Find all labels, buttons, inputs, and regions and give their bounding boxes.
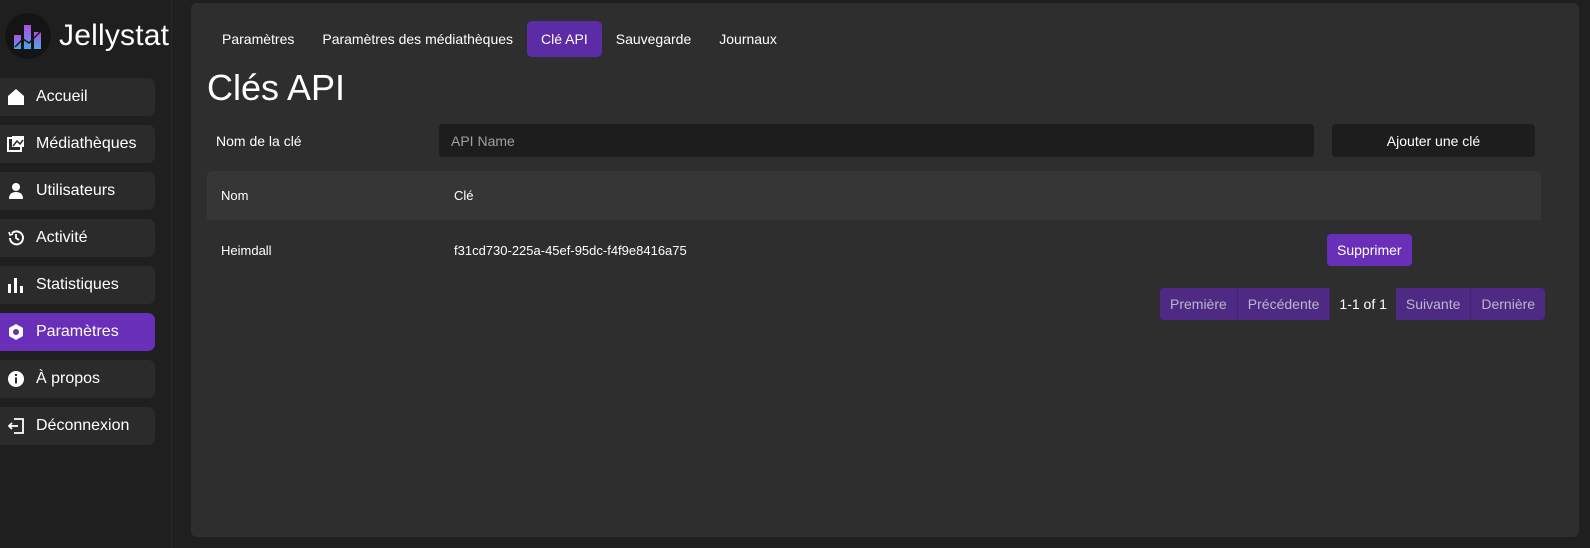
sidebar-item-label: Déconnexion: [36, 417, 130, 434]
table-header: Nom Clé: [207, 171, 1541, 220]
sidebar-item-label: Statistiques: [36, 276, 119, 293]
user-icon: [6, 181, 26, 201]
brand[interactable]: Jellystat: [5, 12, 169, 60]
info-icon: [6, 369, 26, 389]
settings-tabs: Paramètres Paramètres des médiathèques C…: [208, 21, 791, 57]
previous-page-button[interactable]: Précédente: [1237, 288, 1331, 320]
history-icon: [6, 228, 26, 248]
bar-chart-icon: [6, 275, 26, 295]
sidebar-item-statistiques[interactable]: Statistiques: [0, 266, 155, 304]
tab-journaux[interactable]: Journaux: [705, 21, 791, 57]
page-title: Clés API: [207, 67, 346, 108]
logout-icon: [6, 416, 26, 436]
sidebar-item-accueil[interactable]: Accueil: [0, 78, 155, 116]
sidebar-item-parametres[interactable]: Paramètres: [0, 313, 155, 351]
api-name-input[interactable]: [439, 124, 1314, 157]
key-name-cell: Heimdall: [221, 242, 272, 258]
sidebar-item-utilisateurs[interactable]: Utilisateurs: [0, 172, 155, 210]
settings-panel: Paramètres Paramètres des médiathèques C…: [191, 3, 1579, 537]
sidebar-item-a-propos[interactable]: À propos: [0, 360, 155, 398]
key-value-cell: f31cd730-225a-45ef-95dc-f4f9e8416a75: [454, 242, 687, 258]
table-row: Heimdall f31cd730-225a-45ef-95dc-f4f9e84…: [207, 220, 1541, 280]
sidebar-item-activite[interactable]: Activité: [0, 219, 155, 257]
action-cell: Supprimer: [1310, 234, 1541, 266]
sidebar-item-label: À propos: [36, 370, 101, 387]
sidebar: Jellystat Accueil Médiathèques Utilisate…: [0, 0, 172, 548]
api-keys-table: Nom Clé Heimdall f31cd730-225a-45ef-95dc…: [207, 171, 1541, 280]
sidebar-item-label: Utilisateurs: [36, 182, 116, 199]
last-page-button[interactable]: Dernière: [1471, 288, 1546, 320]
pagination: Première Précédente 1-1 of 1 Suivante De…: [1160, 288, 1546, 320]
tab-parametres[interactable]: Paramètres: [208, 21, 308, 57]
first-page-button[interactable]: Première: [1160, 288, 1238, 320]
next-page-button[interactable]: Suivante: [1395, 288, 1472, 320]
tab-parametres-mediatheques[interactable]: Paramètres des médiathèques: [308, 21, 527, 57]
app-name: Jellystat: [59, 19, 170, 52]
sidebar-nav: Accueil Médiathèques Utilisateurs Activi…: [0, 78, 155, 454]
column-header-key: Clé: [454, 188, 474, 203]
key-name-label: Nom de la clé: [216, 133, 302, 149]
settings-hexagon-icon: [6, 322, 26, 342]
add-key-button[interactable]: Ajouter une clé: [1332, 124, 1535, 157]
tab-sauvegarde[interactable]: Sauvegarde: [602, 21, 706, 57]
sidebar-item-label: Accueil: [36, 88, 88, 105]
library-icon: [6, 134, 26, 154]
page-info: 1-1 of 1: [1330, 288, 1396, 320]
sidebar-item-label: Activité: [36, 229, 88, 246]
tab-cle-api[interactable]: Clé API: [527, 21, 602, 57]
sidebar-item-label: Médiathèques: [36, 135, 137, 152]
column-header-name: Nom: [221, 188, 249, 203]
sidebar-item-mediatheques[interactable]: Médiathèques: [0, 125, 155, 163]
delete-key-button[interactable]: Supprimer: [1327, 234, 1412, 266]
sidebar-item-label: Paramètres: [36, 323, 119, 340]
sidebar-item-deconnexion[interactable]: Déconnexion: [0, 407, 155, 445]
jellystat-logo-icon: [5, 13, 51, 59]
home-icon: [6, 87, 26, 107]
